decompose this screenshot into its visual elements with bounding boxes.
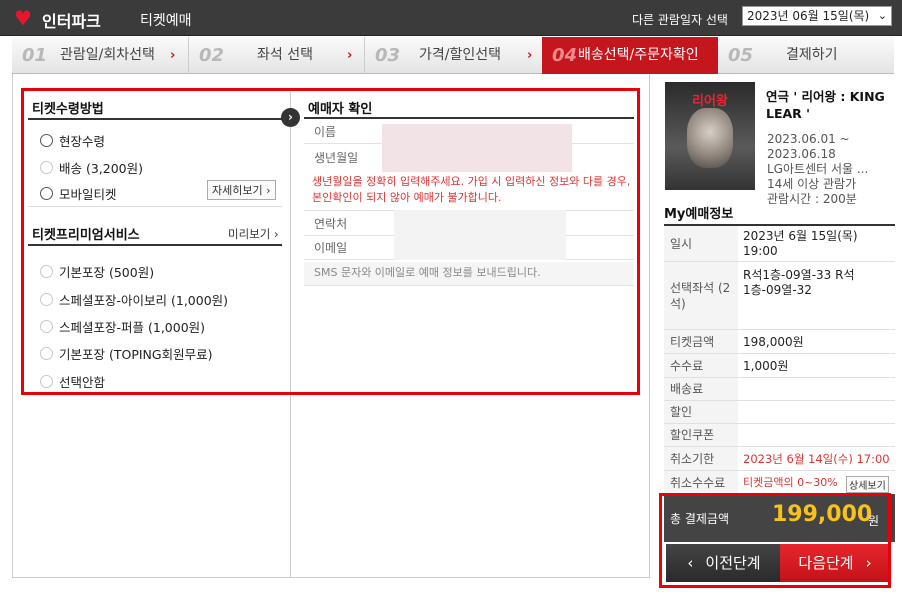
show-period: 2023.06.01 ~ 2023.06.18 [767, 132, 850, 161]
step-label: 가격/할인선택 [419, 47, 501, 63]
step-label: 배송선택/주문자확인 [578, 47, 699, 63]
info-key: 취소기한 [664, 447, 738, 470]
date-select-label: 다른 관람일자 선택 [632, 13, 728, 27]
info-value: R석1층-09열-33 R석1층-09열-32 [743, 268, 855, 297]
info-key: 할인 [664, 401, 738, 423]
info-row-discount: 할인 [664, 401, 895, 424]
highlight-box [659, 493, 891, 588]
step-number: 03 [375, 45, 401, 66]
info-key: 일시 [664, 226, 738, 261]
info-key: 할인쿠폰 [664, 424, 738, 446]
date-select-value: 2023년 06월 15일(목) [747, 9, 870, 23]
cancel-fee-detail-button[interactable]: 상세보기 [846, 476, 889, 493]
info-row-cancel-deadline: 취소기한 2023년 6월 14일(수) 17:00 [664, 447, 895, 471]
show-title: 연극 ' 리어왕 : KING LEAR ' [766, 89, 885, 121]
step-number: 02 [199, 45, 225, 66]
step-label: 결제하기 [786, 47, 838, 63]
brand-subtitle: 티켓예매 [140, 13, 192, 29]
info-value: 198,000원 [743, 335, 804, 349]
info-key: 선택좌석 (2석) [664, 262, 738, 329]
info-key: 취소수수료 [664, 471, 738, 494]
info-row-datetime: 일시 2023년 6월 15일(목) 19:00 [664, 226, 895, 262]
step-number: 01 [22, 45, 48, 66]
brand-name: 인터파크 [42, 12, 101, 31]
date-select[interactable]: 2023년 06월 15일(목) ⌄ [742, 6, 892, 26]
info-value: 티켓금액의 0~30% [743, 476, 838, 489]
info-row-fee: 수수료 1,000원 [664, 354, 895, 378]
chevron-right-icon: › [347, 48, 353, 63]
info-row-shipping: 배송료 [664, 378, 895, 401]
step-3[interactable]: 03 가격/할인선택 › [364, 37, 542, 74]
heart-logo-icon: ♥ [14, 6, 32, 30]
step-number: 05 [728, 45, 754, 66]
info-key: 배송료 [664, 378, 738, 400]
info-key: 티켓금액 [664, 330, 738, 353]
poster-title: 리어왕 [692, 94, 728, 109]
info-value: 1,000원 [743, 359, 789, 373]
info-value: 2023년 6월 15일(목) 19:00 [743, 229, 858, 258]
chevron-down-icon: ⌄ [877, 9, 887, 22]
my-booking-title: My예매정보 [664, 207, 734, 222]
step-4-active[interactable]: 04 배송선택/주문자확인 [542, 37, 718, 74]
step-number: 04 [552, 45, 578, 66]
step-label: 좌석 선택 [257, 47, 313, 63]
show-age: 14세 이상 관람가 [767, 177, 857, 191]
step-label: 관람일/회차선택 [60, 47, 155, 63]
info-row-coupon: 할인쿠폰 [664, 424, 895, 447]
info-key: 수수료 [664, 354, 738, 377]
chevron-right-icon: › [527, 48, 533, 63]
highlight-box [21, 88, 640, 395]
step-5[interactable]: 05 결제하기 [718, 37, 894, 74]
step-navigation: 01 관람일/회차선택 › 02 좌석 선택 › 03 가격/할인선택 › 04… [12, 37, 894, 74]
poster-image [687, 108, 733, 168]
step-2[interactable]: 02 좌석 선택 › [188, 37, 364, 74]
show-poster: 리어왕 [665, 82, 755, 190]
info-row-seats: 선택좌석 (2석) R석1층-09열-33 R석1층-09열-32 [664, 262, 895, 330]
info-row-ticket-price: 티켓금액 198,000원 [664, 330, 895, 354]
show-runtime: 관람시간 : 200분 [767, 192, 857, 206]
step-1[interactable]: 01 관람일/회차선택 › [12, 37, 188, 74]
show-venue: LG아트센터 서울 ... [767, 162, 869, 176]
info-value: 2023년 6월 14일(수) 17:00 [743, 452, 890, 466]
chevron-right-icon: › [170, 48, 176, 63]
